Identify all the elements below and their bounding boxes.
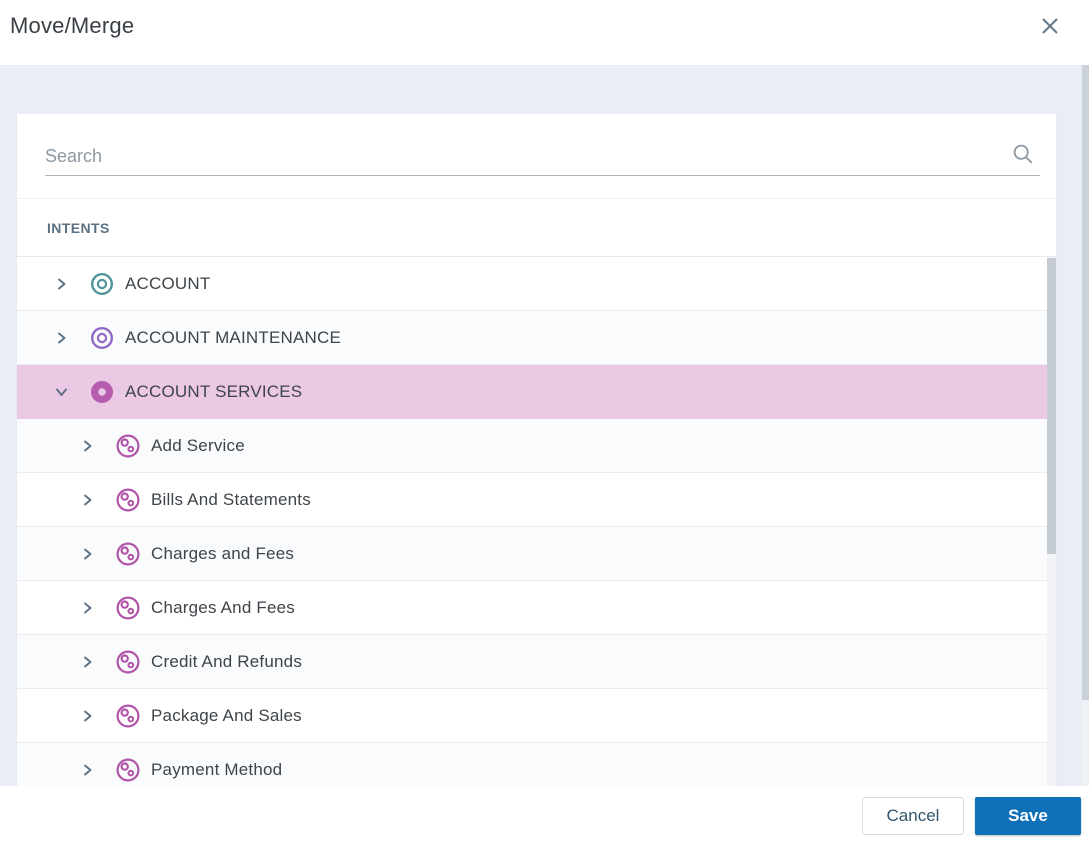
chevron-right-icon[interactable] bbox=[79, 762, 95, 778]
close-button[interactable] bbox=[1038, 15, 1062, 39]
dialog-header: Move/Merge bbox=[0, 0, 1089, 65]
tree-item-label: Add Service bbox=[151, 435, 245, 455]
tree-item[interactable]: Charges And Fees bbox=[17, 581, 1056, 635]
chevron-right-icon[interactable] bbox=[79, 600, 95, 616]
list-scrollbar[interactable] bbox=[1047, 257, 1056, 786]
intents-section-label: INTENTS bbox=[17, 198, 1056, 257]
dialog-title: Move/Merge bbox=[10, 13, 135, 38]
sub-intent-icon bbox=[115, 541, 141, 567]
list-scrollbar-thumb[interactable] bbox=[1047, 258, 1056, 554]
tree-item[interactable]: Bills And Statements bbox=[17, 473, 1056, 527]
move-merge-dialog: Move/Merge Search INTENTS ACCOUNT ACCOUN… bbox=[0, 0, 1089, 844]
dialog-footer: Cancel Save bbox=[0, 786, 1089, 844]
intent-icon bbox=[89, 271, 115, 297]
chevron-right-icon[interactable] bbox=[79, 654, 95, 670]
intent-icon bbox=[89, 325, 115, 351]
search-block bbox=[17, 114, 1056, 198]
tree-item-label: Charges and Fees bbox=[151, 543, 295, 563]
intent-tree: ACCOUNT ACCOUNT MAINTENANCE ACCOUNT SERV… bbox=[17, 257, 1056, 786]
chevron-right-icon[interactable] bbox=[79, 546, 95, 562]
tree-item-label: Bills And Statements bbox=[151, 489, 311, 509]
tree-item[interactable]: Add Service bbox=[17, 419, 1056, 473]
tree-item-label: ACCOUNT bbox=[125, 273, 211, 293]
sub-intent-icon bbox=[115, 757, 141, 783]
tree-item-label: Charges And Fees bbox=[151, 597, 296, 617]
intent-icon bbox=[89, 379, 115, 405]
sub-intent-icon bbox=[115, 487, 141, 513]
search-input[interactable] bbox=[45, 146, 1012, 167]
save-button[interactable]: Save bbox=[975, 797, 1081, 835]
chevron-right-icon[interactable] bbox=[79, 438, 95, 454]
tree-item[interactable]: ACCOUNT SERVICES bbox=[17, 365, 1056, 419]
close-icon bbox=[1040, 16, 1060, 39]
chevron-down-icon[interactable] bbox=[53, 384, 69, 400]
chevron-right-icon[interactable] bbox=[79, 492, 95, 508]
search-field bbox=[45, 138, 1040, 176]
tree-item[interactable]: ACCOUNT bbox=[17, 257, 1056, 311]
tree-item-label: Payment Method bbox=[151, 759, 283, 779]
tree-item-label: Credit And Refunds bbox=[151, 651, 303, 671]
tree-item[interactable]: Package And Sales bbox=[17, 689, 1056, 743]
tree-item[interactable]: Credit And Refunds bbox=[17, 635, 1056, 689]
tree-item-label: ACCOUNT MAINTENANCE bbox=[125, 327, 342, 347]
search-icon[interactable] bbox=[1012, 143, 1034, 170]
tree-item-label: ACCOUNT SERVICES bbox=[125, 381, 303, 401]
sub-intent-icon bbox=[115, 703, 141, 729]
page-scrollbar-thumb[interactable] bbox=[1082, 65, 1089, 700]
intent-picker-panel: INTENTS ACCOUNT ACCOUNT MAINTENANCE ACCO… bbox=[16, 114, 1057, 786]
tree-item[interactable]: ACCOUNT MAINTENANCE bbox=[17, 311, 1056, 365]
dialog-body: INTENTS ACCOUNT ACCOUNT MAINTENANCE ACCO… bbox=[0, 65, 1089, 786]
cancel-button[interactable]: Cancel bbox=[862, 797, 964, 835]
sub-intent-icon bbox=[115, 595, 141, 621]
sub-intent-icon bbox=[115, 433, 141, 459]
sub-intent-icon bbox=[115, 649, 141, 675]
tree-item-label: Package And Sales bbox=[151, 705, 302, 725]
chevron-right-icon[interactable] bbox=[79, 708, 95, 724]
chevron-right-icon[interactable] bbox=[53, 276, 69, 292]
chevron-right-icon[interactable] bbox=[53, 330, 69, 346]
tree-item[interactable]: Charges and Fees bbox=[17, 527, 1056, 581]
page-scrollbar[interactable] bbox=[1082, 65, 1089, 844]
tree-item[interactable]: Payment Method bbox=[17, 743, 1056, 786]
